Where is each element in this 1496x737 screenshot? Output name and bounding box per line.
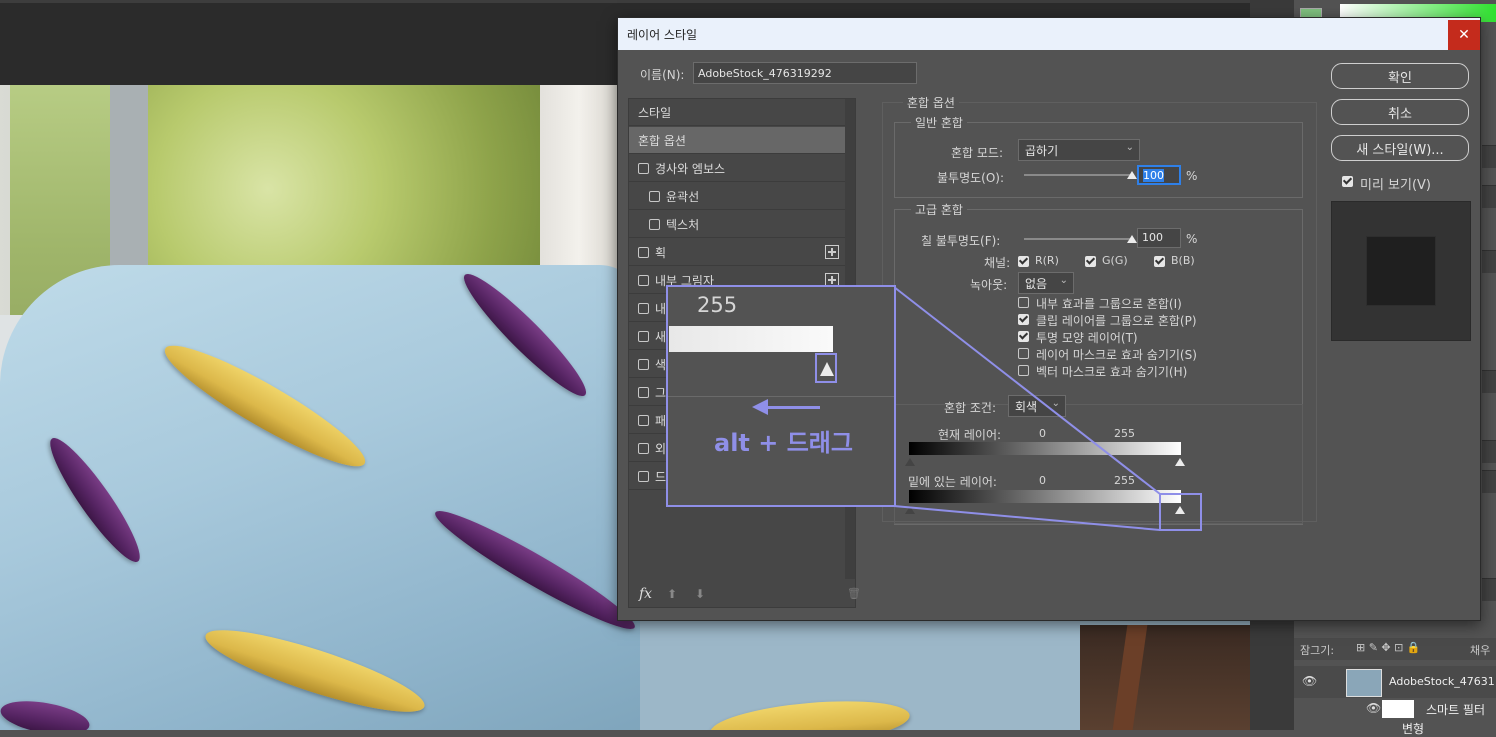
callout-line-top [893,286,1161,495]
zoom-divider [668,396,894,397]
arrow-left-icon [752,399,768,415]
zoom-value-label: 255 [697,293,738,317]
zoom-gradient [669,326,833,352]
alt-drag-hint: alt + 드래그 [714,429,853,457]
arrow-left-shaft [768,406,820,409]
thumb-highlight-box [1159,493,1202,531]
callout-line-bottom [893,505,1161,531]
zoom-slider-thumb [820,362,834,376]
